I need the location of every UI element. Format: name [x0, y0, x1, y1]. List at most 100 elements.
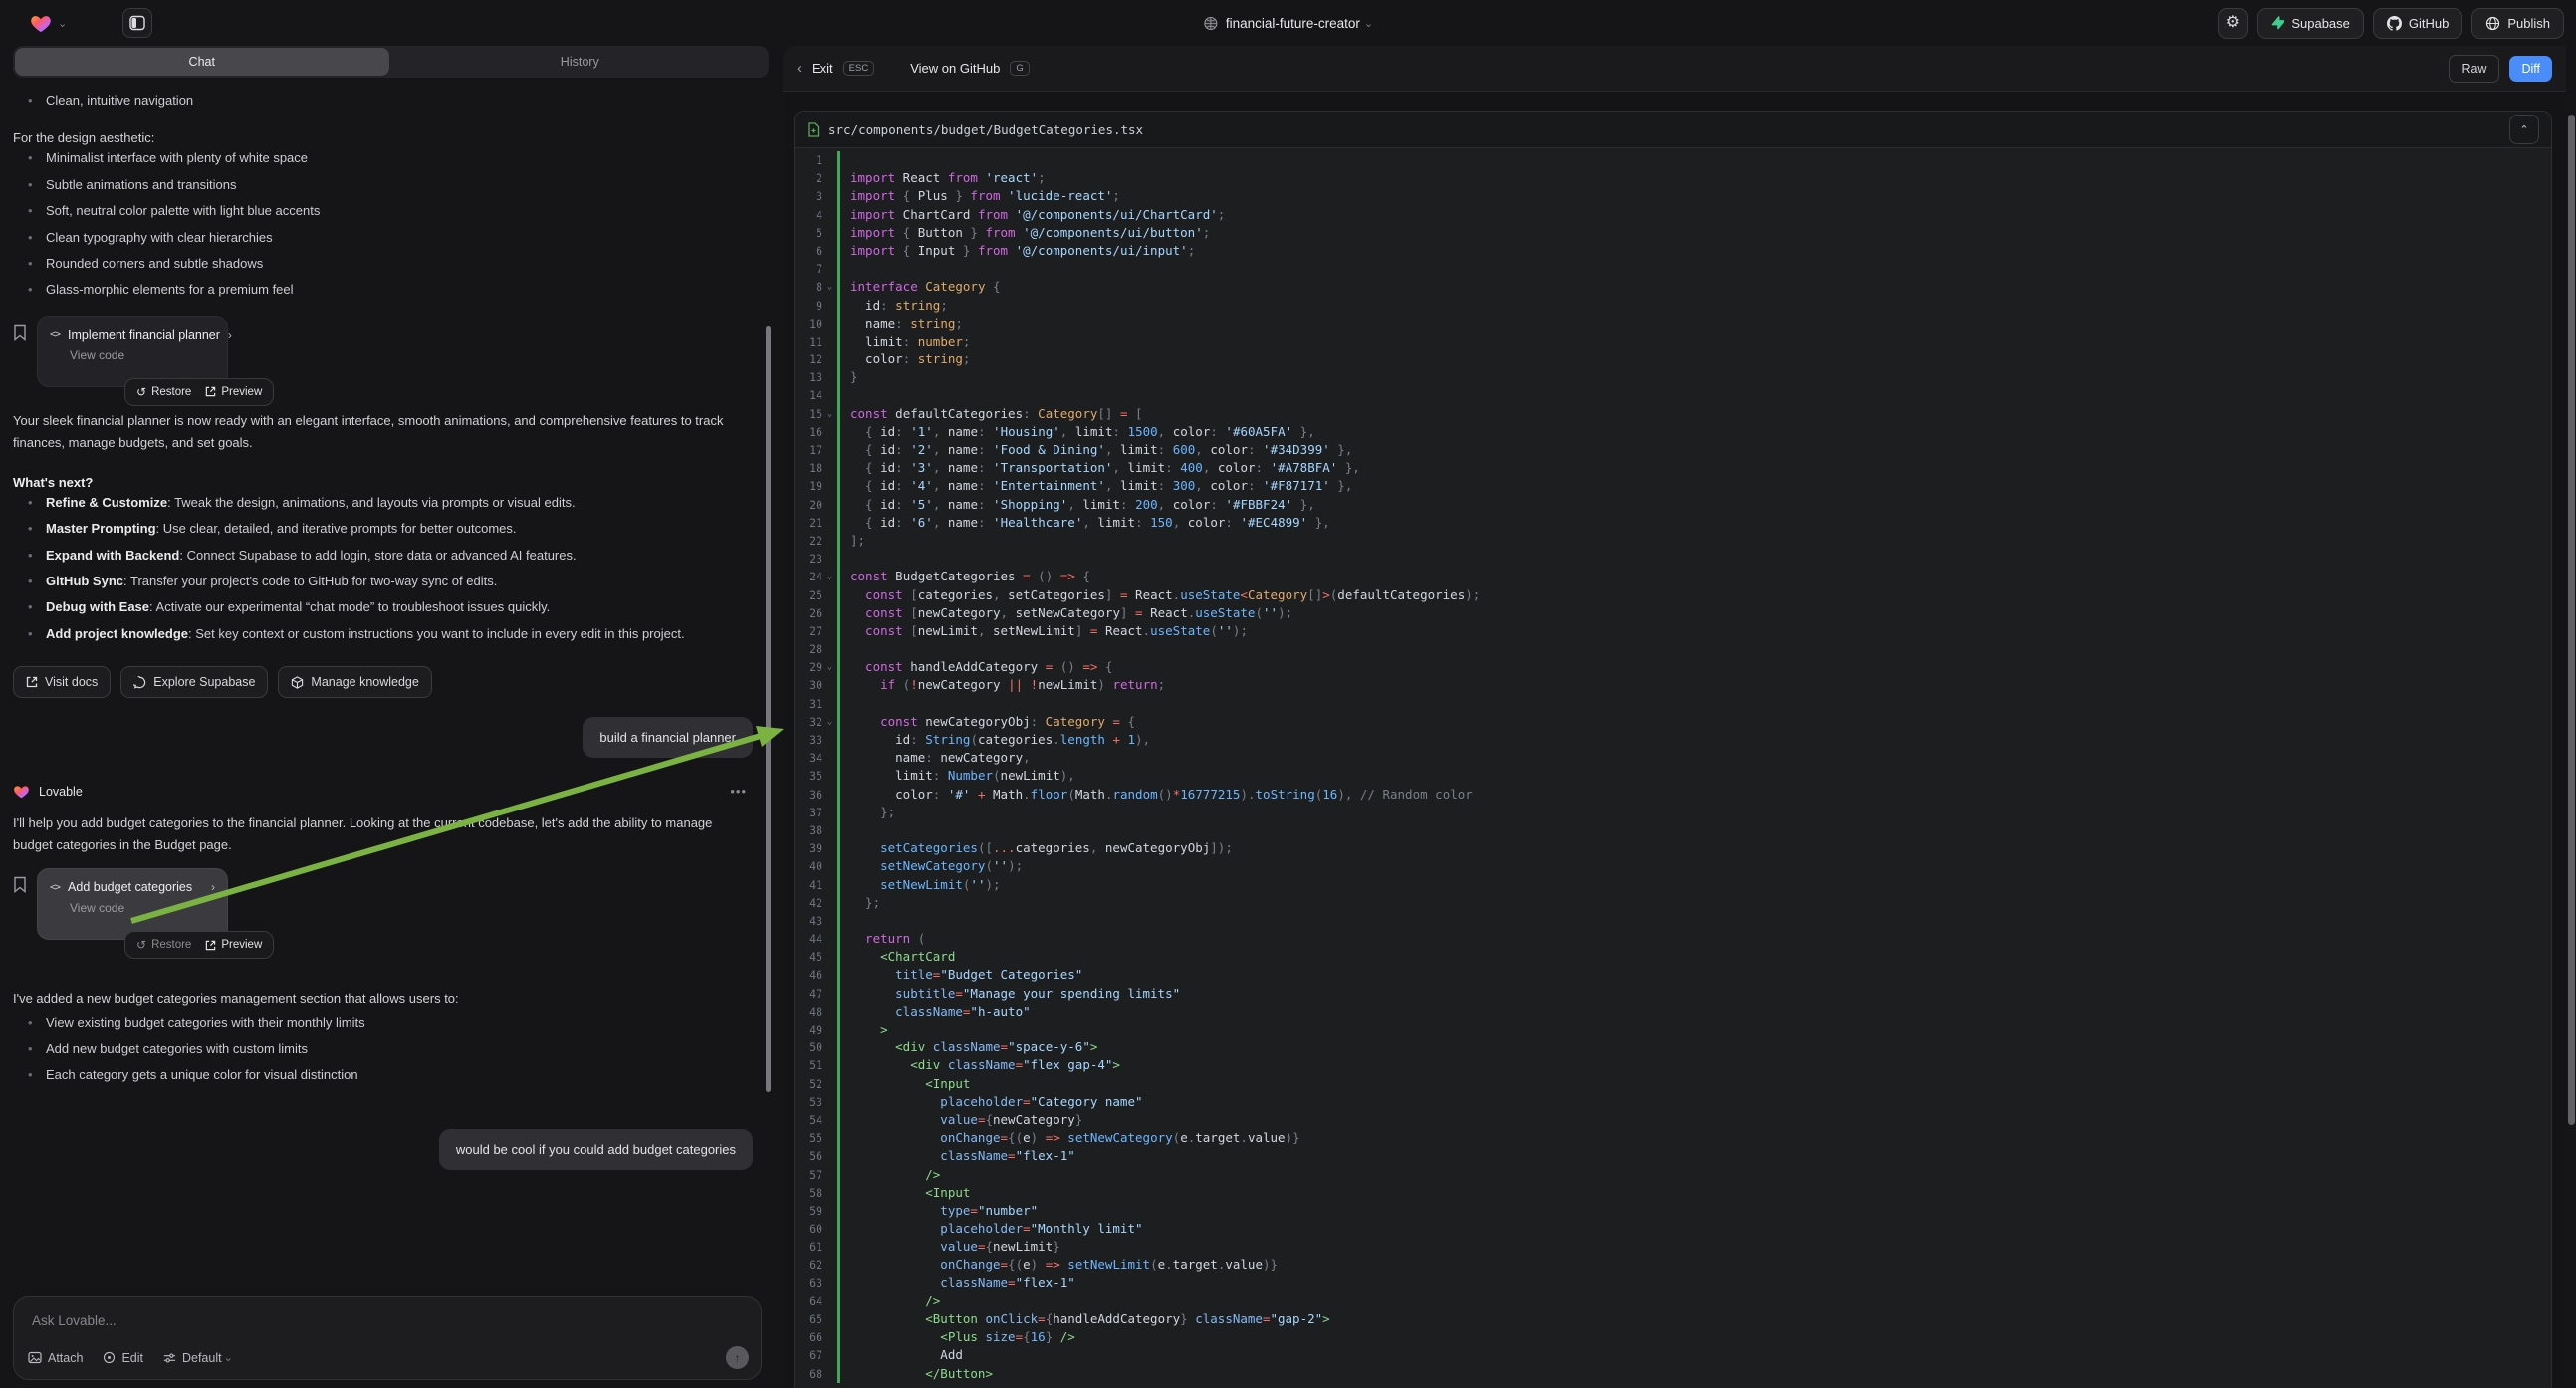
send-button[interactable]: ↑ [726, 1346, 749, 1369]
line-number: 63 [795, 1274, 822, 1292]
restore-button[interactable]: ↺Restore [136, 386, 191, 398]
code-line: 10 name: string; [795, 315, 2551, 333]
line-number: 25 [795, 586, 822, 604]
view-code-link[interactable]: View code [70, 901, 215, 915]
settings-button[interactable]: ⚙ [2218, 8, 2248, 39]
code-line: 4import ChartCard from '@/components/ui/… [795, 206, 2551, 224]
fold-chevron-icon[interactable]: ⌄ [822, 405, 837, 423]
chat-message-list[interactable]: Clean, intuitive navigation For the desi… [0, 78, 777, 1292]
line-number: 46 [795, 966, 822, 984]
code-text: { id: '6', name: 'Healthcare', limit: 15… [837, 514, 1330, 532]
supabase-bolt-icon [2271, 16, 2284, 30]
fold-gutter [822, 1310, 837, 1328]
raw-toggle-button[interactable]: Raw [2449, 55, 2499, 83]
restore-preview-pill: ↺Restore Preview [124, 378, 274, 406]
user-message-chip: would be cool if you could add budget ca… [439, 1129, 753, 1170]
view-on-github-button[interactable]: View on GitHub [910, 61, 1000, 76]
line-number: 41 [795, 876, 822, 894]
code-line: 64 /> [795, 1292, 2551, 1310]
code-line: 19 { id: '4', name: 'Entertainment', lim… [795, 477, 2551, 495]
visit-docs-button[interactable]: Visit docs [13, 666, 111, 698]
fold-chevron-icon[interactable]: ⌄ [822, 658, 837, 676]
version-card-add-budget-categories[interactable]: <> Add budget categories › View code [37, 868, 228, 940]
code-lines[interactable]: 12import React from 'react';3import { Pl… [795, 148, 2551, 1383]
fold-gutter [822, 386, 837, 404]
fold-gutter [822, 966, 837, 984]
fold-chevron-icon[interactable]: ⌄ [822, 713, 837, 731]
fold-gutter [822, 477, 837, 495]
code-text: <Plus size={16} /> [837, 1328, 1075, 1346]
code-text: }; [837, 894, 880, 912]
code-line: 50 <div className="space-y-6"> [795, 1039, 2551, 1056]
line-number: 29 [795, 658, 822, 676]
code-line: 66 <Plus size={16} /> [795, 1328, 2551, 1346]
line-number: 52 [795, 1075, 822, 1093]
chevron-down-icon[interactable]: ⌄ [58, 17, 67, 30]
version-card-implement-financial-planner[interactable]: <> Implement financial planner › View co… [37, 316, 228, 387]
chat-scrollbar-thumb[interactable] [766, 326, 771, 1092]
code-text: <ChartCard [837, 948, 955, 966]
chevron-up-icon: ⌃ [2519, 123, 2528, 136]
github-button[interactable]: GitHub [2373, 8, 2462, 39]
exit-button[interactable]: Exit [812, 61, 833, 76]
github-mark-icon [2387, 16, 2402, 31]
preview-button[interactable]: Preview [205, 386, 262, 398]
code-line: 6import { Input } from '@/components/ui/… [795, 242, 2551, 260]
message-options-icon[interactable]: ••• [730, 784, 747, 799]
list-item: Add new budget categories with custom li… [13, 1037, 753, 1062]
list-item: View existing budget categories with the… [13, 1010, 753, 1036]
view-code-link[interactable]: View code [70, 348, 215, 362]
back-chevron-icon[interactable]: ‹ [797, 60, 802, 77]
fold-gutter [822, 1003, 837, 1021]
supabase-button[interactable]: Supabase [2257, 8, 2364, 39]
code-text [837, 386, 850, 404]
code-line: 17 { id: '2', name: 'Food & Dining', lim… [795, 441, 2551, 459]
bookmark-icon[interactable] [13, 324, 27, 341]
mode-select[interactable]: Default ⌄ [163, 1351, 233, 1365]
bookmark-icon[interactable] [13, 876, 27, 893]
fold-gutter [822, 532, 837, 550]
code-line: 26 const [newCategory, setNewCategory] =… [795, 604, 2551, 622]
version-title: Implement financial planner [68, 328, 220, 342]
design-bullet-list: Minimalist interface with plenty of whit… [13, 145, 753, 303]
window-scrollbar-thumb[interactable] [2568, 115, 2575, 1125]
list-item: Glass-morphic elements for a premium fee… [13, 277, 753, 303]
code-line: 33 id: String(categories.length + 1), [795, 731, 2551, 749]
edit-button[interactable]: Edit [103, 1351, 143, 1365]
tab-history[interactable]: History [393, 48, 768, 76]
code-line: 60 placeholder="Monthly limit" [795, 1220, 2551, 1238]
restore-button[interactable]: ↺Restore [136, 939, 191, 951]
code-line: 45 <ChartCard [795, 948, 2551, 966]
diff-toggle-button[interactable]: Diff [2509, 56, 2552, 82]
code-line: 27 const [newLimit, setNewLimit] = React… [795, 622, 2551, 640]
code-line: 31 [795, 695, 2551, 713]
attach-button[interactable]: Attach [28, 1351, 83, 1365]
collapse-file-button[interactable]: ⌃ [2509, 115, 2539, 144]
preview-button[interactable]: Preview [205, 939, 262, 951]
restore-arrow-icon: ↺ [136, 939, 146, 951]
publish-button[interactable]: Publish [2471, 8, 2564, 39]
assistant-footer-buttons: Visit docs Explore Supabase Manage knowl… [13, 666, 753, 698]
line-number: 9 [795, 297, 822, 315]
chat-input-box[interactable]: Ask Lovable... Attach Edit Default ⌄ ↑ [13, 1296, 762, 1380]
lovable-heart-icon[interactable] [30, 13, 52, 33]
line-number: 19 [795, 477, 822, 495]
tab-chat[interactable]: Chat [15, 48, 389, 76]
line-number: 15 [795, 405, 822, 423]
file-header[interactable]: src/components/budget/BudgetCategories.t… [795, 112, 2551, 148]
project-switcher[interactable]: financial-future-creator ⌄ [1203, 0, 1373, 46]
manage-knowledge-button[interactable]: Manage knowledge [278, 666, 431, 698]
publish-label: Publish [2507, 16, 2550, 31]
panel-left-icon[interactable] [122, 8, 152, 38]
fold-gutter [822, 1166, 837, 1184]
code-line: 68 </Button> [795, 1365, 2551, 1383]
code-line: 35 limit: Number(newLimit), [795, 767, 2551, 785]
line-number: 48 [795, 1003, 822, 1021]
fold-gutter [822, 876, 837, 894]
explore-supabase-button[interactable]: Explore Supabase [120, 666, 268, 698]
code-text [837, 151, 850, 169]
fold-chevron-icon[interactable]: ⌄ [822, 278, 837, 296]
fold-gutter [822, 1202, 837, 1220]
code-line: 47 subtitle="Manage your spending limits… [795, 985, 2551, 1003]
fold-chevron-icon[interactable]: ⌄ [822, 568, 837, 585]
